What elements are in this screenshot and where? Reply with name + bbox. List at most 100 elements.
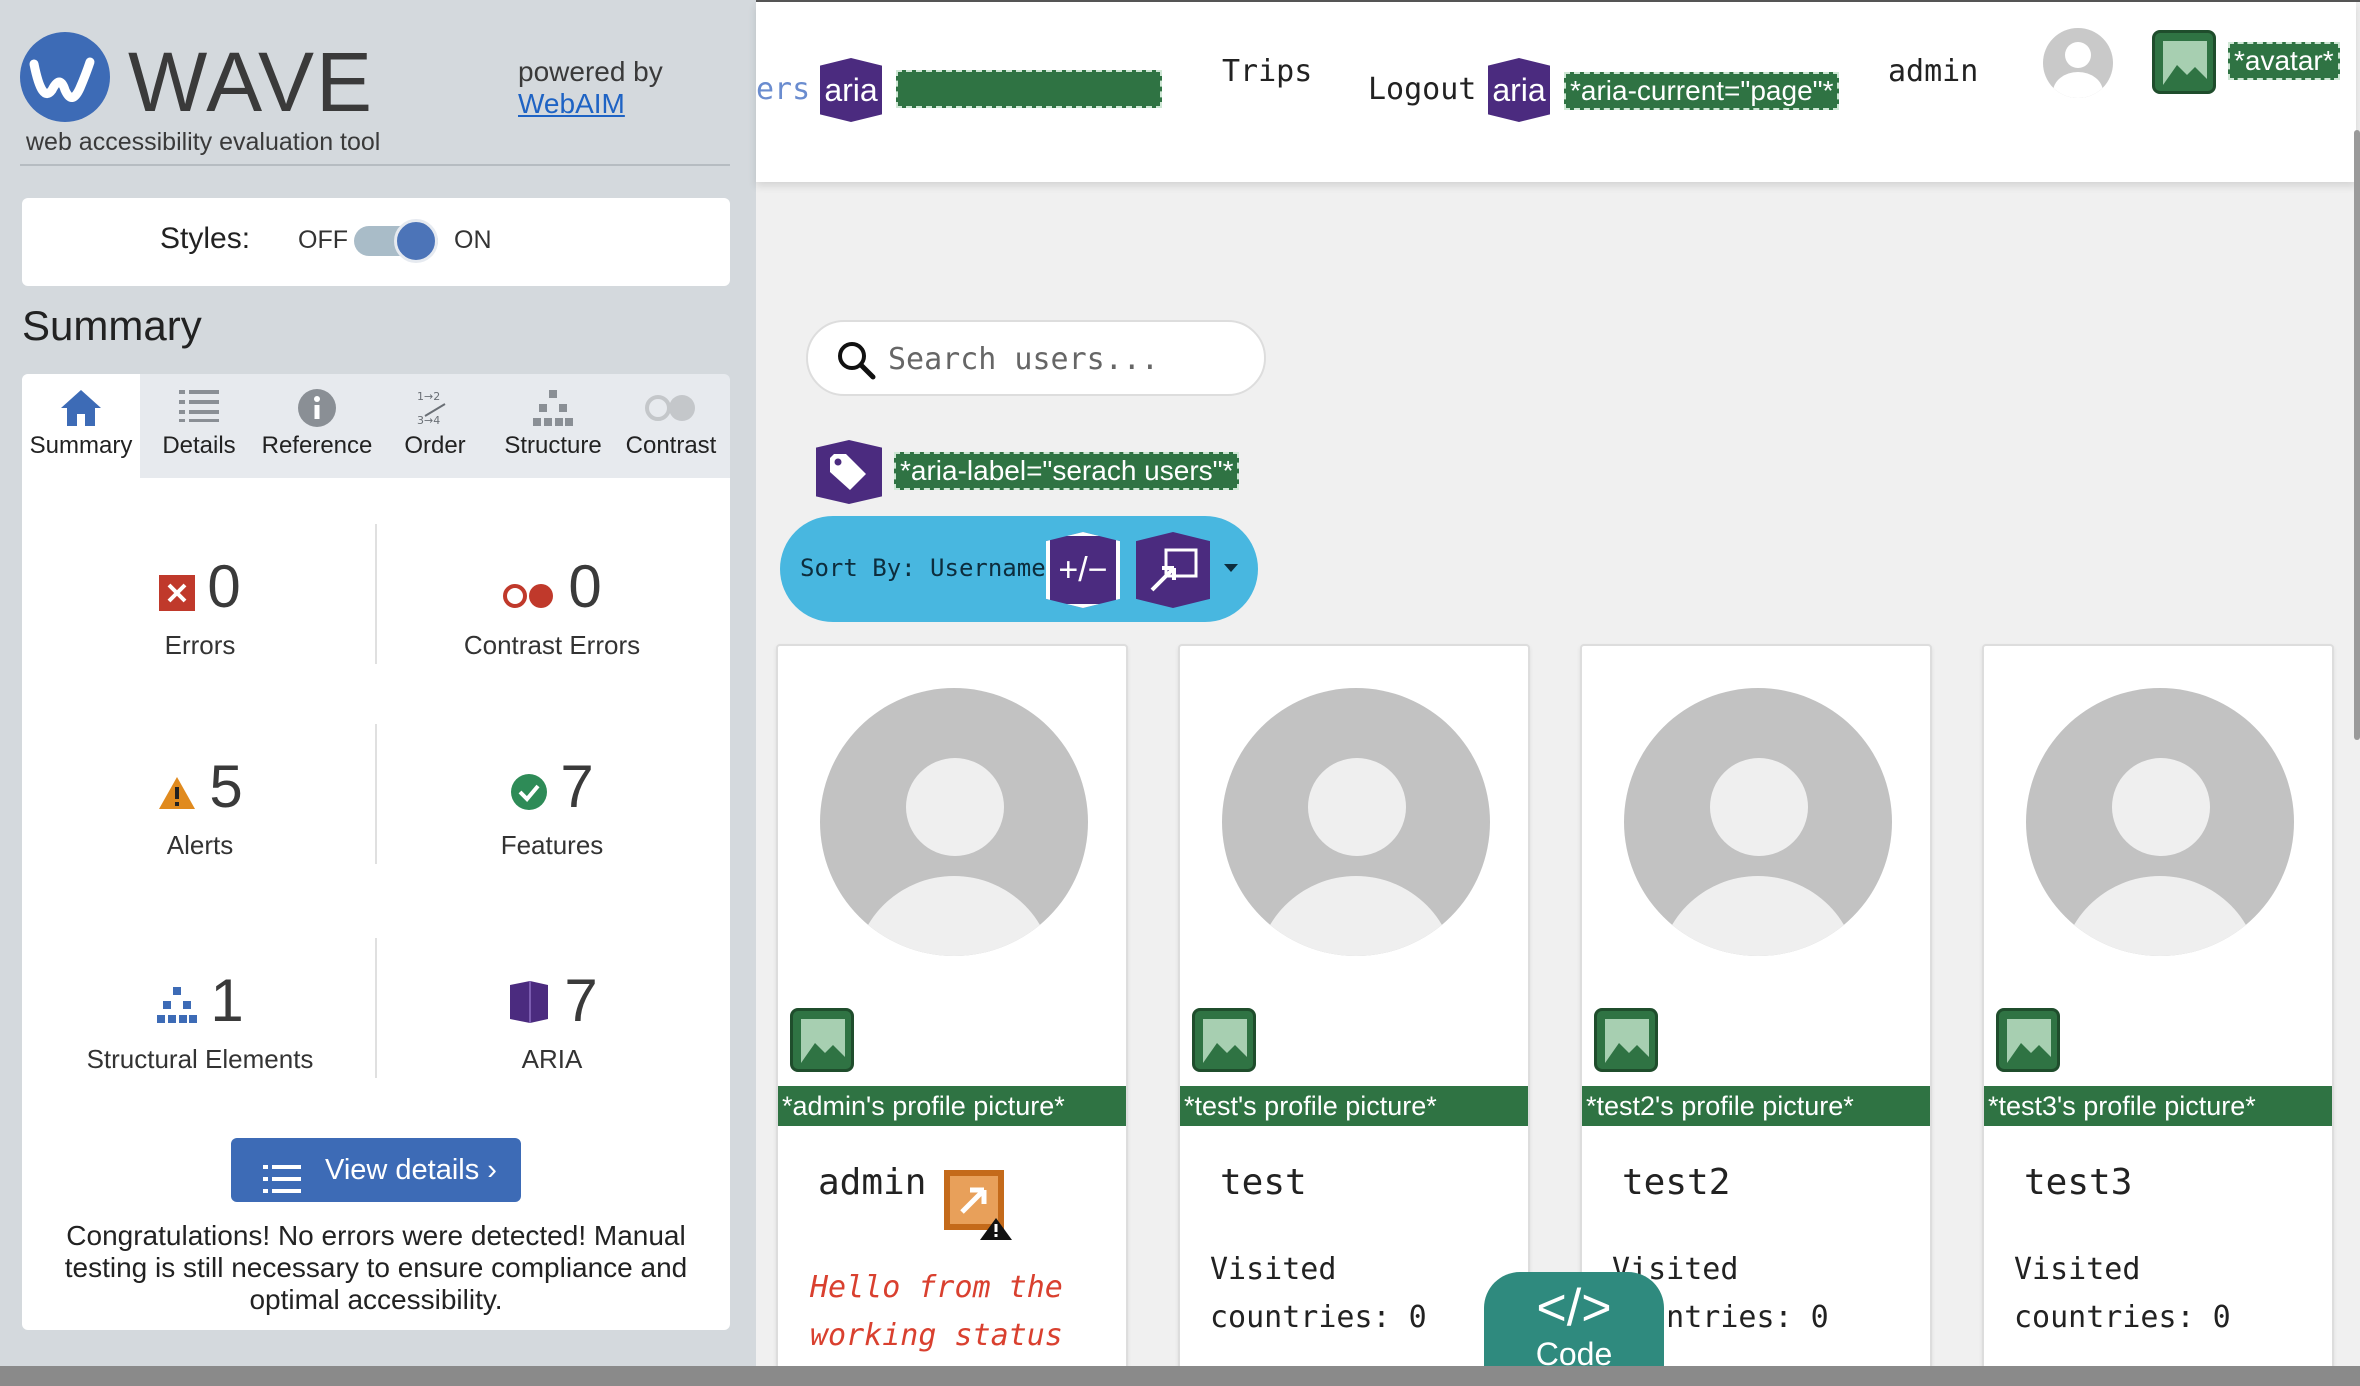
tab-order[interactable]: 1→2 3→4 Order [376,374,494,478]
contrast-error-icon [502,556,556,626]
sort-label: Sort By: Username [800,554,1046,582]
stat-aria[interactable]: 7 ARIA [392,966,712,1075]
errors-label: Errors [164,630,236,661]
feature-check-icon [510,756,548,826]
contrast-errors-count: 0 [568,553,602,620]
styles-off-label: OFF [298,226,348,254]
image-icon [790,1008,854,1072]
stat-errors[interactable]: 0 Errors [40,552,360,661]
powered-by: powered by WebAIM [518,56,663,120]
alerts-label: Alerts [166,830,234,861]
contrast-errors-label: Contrast Errors [463,630,641,661]
tab-label: Contrast [625,432,717,459]
structure-icon [156,970,198,1040]
structure-icon [494,374,612,432]
visited-countries: Visited countries: 0 [2014,1252,2231,1335]
stat-features[interactable]: 7 Features [392,752,712,861]
features-label: Features [500,830,604,861]
aria-label: ARIA [521,1044,583,1075]
alert-icon [157,756,197,826]
user-card[interactable]: *test3's profile picture* test3 Visited … [1982,644,2334,1384]
empty-alt-label [896,70,1162,108]
aria-count: 7 [564,967,598,1034]
search-input[interactable]: Search users... [806,320,1266,396]
tab-label: Order [404,432,466,459]
window-bottom-bar [0,1366,2360,1386]
avatar-alt-label: *avatar* [2228,42,2340,80]
list-icon [140,374,258,432]
webaim-link[interactable]: WebAIM [518,88,663,120]
aria-current-label: *aria-current="page"* [1564,72,1840,110]
divider [375,724,377,864]
aria-popup-icon [1136,532,1210,608]
stat-contrast-errors[interactable]: 0 Contrast Errors [392,552,712,661]
styles-label: Styles: [160,222,251,255]
user-status: Hello from the working status [810,1270,1063,1353]
svg-text:3→4: 3→4 [417,414,440,427]
code-icon: </> [1536,1279,1612,1337]
wave-sidebar: WAVE web accessibility evaluation tool p… [0,0,756,1386]
window-top-border [756,0,2360,2]
avatar[interactable] [2043,28,2113,98]
view-details-button[interactable]: View details › [231,1138,521,1202]
image-icon [1594,1008,1658,1072]
stat-alerts[interactable]: 5 Alerts [40,752,360,861]
tab-label: Reference [261,432,373,459]
user-name[interactable]: test3 [2024,1162,2132,1203]
profile-alt-label: *test3's profile picture* [1984,1086,2332,1126]
error-icon [159,556,196,626]
divider [20,164,730,166]
order-icon: 1→2 3→4 [376,374,494,432]
home-icon [22,374,140,432]
user-name[interactable]: admin [818,1162,926,1203]
divider [375,524,377,664]
nav-users-partial[interactable]: ers [756,72,810,107]
styles-on-label: ON [454,226,492,254]
profile-picture [1624,688,1892,956]
user-name[interactable]: test2 [1622,1162,1730,1203]
user-card[interactable]: *admin's profile picture* admin Hello fr… [776,644,1128,1384]
chevron-down-icon [1224,564,1238,572]
styles-toggle[interactable] [354,219,438,263]
user-name[interactable]: test [1220,1162,1307,1203]
alerts-count: 5 [209,753,243,820]
wave-tabs: Summary Details Reference 1→2 3→4 Order S… [22,374,730,478]
tab-reference[interactable]: Reference [258,374,376,478]
image-icon [2152,30,2216,94]
info-icon [258,374,376,432]
redundant-link-alert-icon [942,1168,1012,1240]
tab-structure[interactable]: Structure [494,374,612,478]
image-icon [1192,1008,1256,1072]
contrast-icon [612,374,730,432]
wave-subtitle: web accessibility evaluation tool [26,128,381,156]
nav-admin[interactable]: admin [1888,54,1978,89]
tab-label: Details [162,432,236,459]
toggle-knob[interactable] [394,219,438,263]
stat-structural[interactable]: 1 Structural Elements [40,966,360,1075]
user-card[interactable]: *test's profile picture* test Visited co… [1178,644,1530,1384]
scrollbar[interactable] [2354,130,2360,740]
image-icon [1996,1008,2060,1072]
nav-trips[interactable]: Trips [1222,54,1312,89]
visited-countries: Visited countries: 0 [1210,1252,1427,1335]
sort-dropdown[interactable]: Sort By: Username +/− [780,516,1258,622]
nav-logout[interactable]: Logout [1368,72,1476,107]
list-icon [263,1154,301,1218]
tab-contrast[interactable]: Contrast [612,374,730,478]
structural-count: 1 [210,967,244,1034]
tab-summary[interactable]: Summary [22,374,140,478]
profile-alt-label: *test2's profile picture* [1582,1086,1930,1126]
wave-logo-icon [20,32,110,122]
view-details-label: View details › [325,1154,497,1186]
features-count: 7 [560,753,594,820]
errors-count: 0 [207,553,241,620]
profile-alt-label: *test's profile picture* [1180,1086,1528,1126]
profile-picture [820,688,1088,956]
divider [375,938,377,1078]
aria-badge: aria [1488,58,1550,122]
congrats-message: Congratulations! No errors were detected… [64,1220,688,1315]
summary-panel: 0 Errors 0 Contrast Errors 5 Alerts 7 Fe… [22,478,730,1330]
aria-expanded-icon: +/− [1046,532,1120,608]
profile-picture [1222,688,1490,956]
tab-details[interactable]: Details [140,374,258,478]
